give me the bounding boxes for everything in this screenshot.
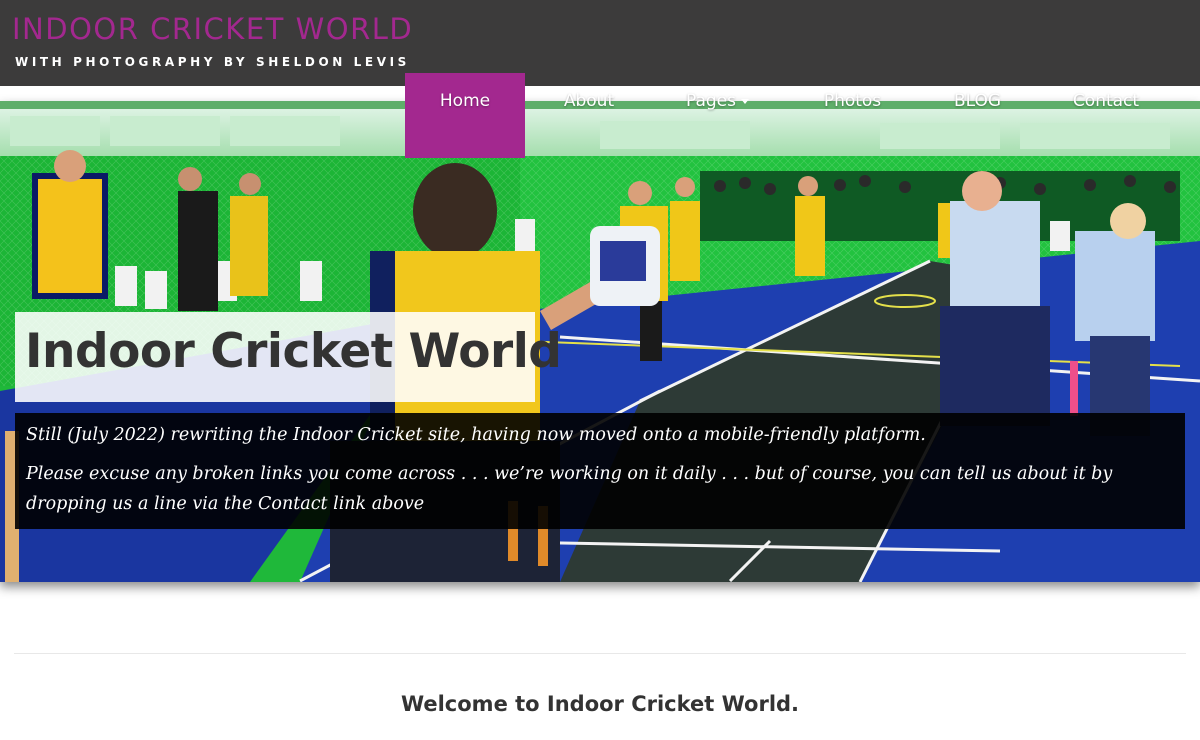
nav-blog-label: BLOG	[953, 91, 1002, 111]
nav-home-label: Home	[439, 91, 491, 111]
site-tagline: WITH PHOTOGRAPHY BY SHELDON LEVIS	[15, 55, 410, 69]
notice-box: Still (July 2022) rewriting the Indoor C…	[15, 413, 1185, 529]
notice-line-2: Please excuse any broken links you come …	[26, 464, 1113, 514]
nav-pages[interactable]: Pages	[655, 73, 780, 158]
main-nav: Home About Pages Photos BLOG Contact	[0, 73, 1200, 158]
content-divider	[14, 653, 1186, 654]
nav-pages-label: Pages	[685, 91, 736, 111]
nav-photos[interactable]: Photos	[790, 73, 915, 158]
nav-contact[interactable]: Contact	[1040, 73, 1172, 158]
nav-blog[interactable]: BLOG	[915, 73, 1040, 158]
nav-contact-label: Contact	[1072, 91, 1140, 111]
nav-home[interactable]: Home	[405, 73, 525, 158]
hero-title: Indoor Cricket World	[25, 324, 562, 379]
chevron-down-icon	[741, 98, 749, 104]
nav-photos-label: Photos	[823, 91, 882, 111]
site-title[interactable]: INDOOR CRICKET WORLD	[12, 12, 413, 46]
nav-about[interactable]: About	[529, 73, 649, 158]
welcome-heading: Welcome to Indoor Cricket World.	[400, 692, 800, 716]
nav-about-label: About	[563, 91, 615, 111]
hero-title-box: Indoor Cricket World	[15, 312, 562, 402]
notice-line-1: Still (July 2022) rewriting the Indoor C…	[26, 425, 926, 445]
